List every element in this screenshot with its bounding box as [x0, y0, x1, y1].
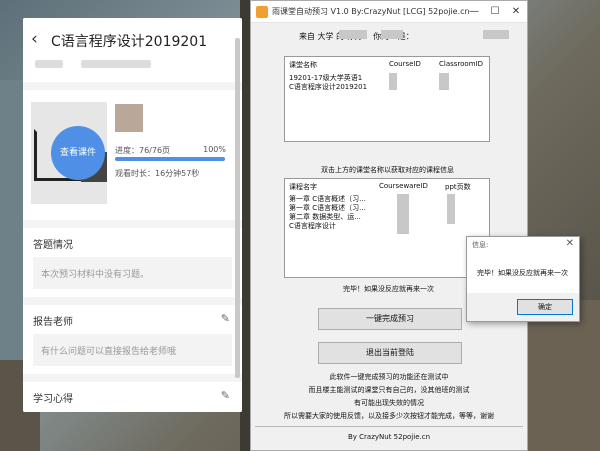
status-text: 完毕！如果没反应就再来一次: [343, 285, 434, 293]
app-window: 雨课堂自动预习 V1.0 By:CrazyNut [LCG] 52pojie.c…: [250, 0, 528, 451]
column-header: ppt页数: [445, 183, 471, 191]
redacted-cell: [447, 194, 455, 224]
progress-percent: 100%: [203, 145, 226, 154]
redacted-text: [339, 30, 367, 39]
note-line: 所以需要大家的使用反馈，以及接多少次按钮才能完成，等等，谢谢: [284, 412, 494, 420]
edit-icon[interactable]: ✎: [221, 389, 230, 402]
watch-time: 观看时长：16分钟57秒: [115, 169, 200, 178]
finish-preview-button[interactable]: 一键完成预习: [318, 308, 462, 330]
courseware-row[interactable]: C语言程序设计: [289, 221, 336, 231]
section-title: 答题情况: [33, 240, 73, 251]
redacted-subtitle: [81, 60, 151, 68]
phone-header: ‹ C语言程序设计2019201: [23, 18, 242, 82]
redacted-cell: [439, 73, 449, 90]
message-dialog: 信息: ✕ 完毕！如果没反应就再来一次 确定: [466, 236, 580, 322]
redacted-cell: [397, 194, 409, 234]
dialog-footer: 确定: [467, 293, 579, 321]
back-icon[interactable]: ‹: [31, 31, 45, 48]
course-title: C语言程序设计2019201: [51, 34, 208, 50]
window-title: 雨课堂自动预习 V1.0 By:CrazyNut [LCG] 52pojie.c…: [272, 7, 470, 16]
class-row[interactable]: C语言程序设计2019201: [289, 82, 367, 92]
mobile-preview-panel: ‹ C语言程序设计2019201 查看课件 进度：76/76页 100% 观看时…: [23, 18, 242, 412]
section-report-teacher: 报告老师 ✎ 有什么问题可以直接报告给老师哦: [23, 305, 242, 374]
progress-bar: [115, 157, 225, 161]
edit-icon[interactable]: ✎: [221, 312, 230, 325]
close-icon[interactable]: ✕: [508, 4, 524, 20]
progress-fill: [115, 157, 225, 161]
note-line: 此软件一键完成预习的功能还在测试中: [329, 373, 449, 381]
logout-button[interactable]: 退出当前登陆: [318, 342, 462, 364]
note-line: 而且楼主能测试的课堂只有自己的，没其他班的测试: [308, 386, 470, 394]
section-title: 学习心得: [33, 394, 73, 405]
app-icon: [256, 6, 268, 18]
answers-box: 本次预习材料中没有习题。: [33, 257, 232, 289]
redacted-text: [483, 30, 509, 39]
column-header: ClassroomID: [439, 60, 483, 68]
class-list[interactable]: 课堂名称 CourseID ClassroomID 19201-17级大学英语1…: [284, 56, 490, 142]
section-title: 报告老师: [33, 317, 73, 328]
lesson-card: 查看课件 进度：76/76页 100% 观看时长：16分钟57秒: [23, 90, 242, 220]
courseware-thumbnail: 查看课件: [31, 102, 107, 204]
section-study-notes: 学习心得 ✎: [23, 382, 242, 412]
column-header: 课程名字: [289, 183, 317, 191]
maximize-icon[interactable]: ☐: [487, 4, 503, 20]
scrollbar[interactable]: [235, 38, 240, 378]
dialog-title: 信息:: [472, 241, 489, 249]
column-header: CoursewareID: [379, 182, 428, 190]
view-courseware-button[interactable]: 查看课件: [51, 126, 105, 180]
redacted-avatar: [115, 104, 143, 132]
divider: [255, 426, 523, 427]
close-icon[interactable]: ✕: [566, 238, 574, 249]
dialog-title-bar: 信息: ✕: [467, 237, 579, 253]
dialog-message: 完毕！如果没反应就再来一次: [477, 269, 568, 277]
column-header: CourseID: [389, 60, 421, 68]
column-header: 课堂名称: [289, 61, 317, 69]
title-bar: 雨课堂自动预习 V1.0 By:CrazyNut [LCG] 52pojie.c…: [251, 1, 527, 23]
minimize-icon[interactable]: —: [466, 4, 482, 20]
note-line: 有可能出现失效的情况: [354, 399, 424, 407]
redacted-cell: [389, 73, 397, 90]
ok-button[interactable]: 确定: [517, 299, 573, 315]
redacted-subtitle: [35, 60, 63, 68]
footer-credit: By CrazyNut 52pojie.cn: [347, 433, 431, 441]
report-teacher-input[interactable]: 有什么问题可以直接报告给老师哦: [33, 334, 232, 366]
section-answers: 答题情况 本次预习材料中没有习题。: [23, 228, 242, 297]
progress-label: 进度：76/76页: [115, 146, 171, 155]
courseware-list[interactable]: 课程名字 CoursewareID ppt页数 第一章 C语言概述（习... 第…: [284, 178, 490, 278]
redacted-text: [381, 30, 403, 39]
hint-text: 双击上方的课堂名称以获取对应的课程信息: [321, 166, 454, 174]
